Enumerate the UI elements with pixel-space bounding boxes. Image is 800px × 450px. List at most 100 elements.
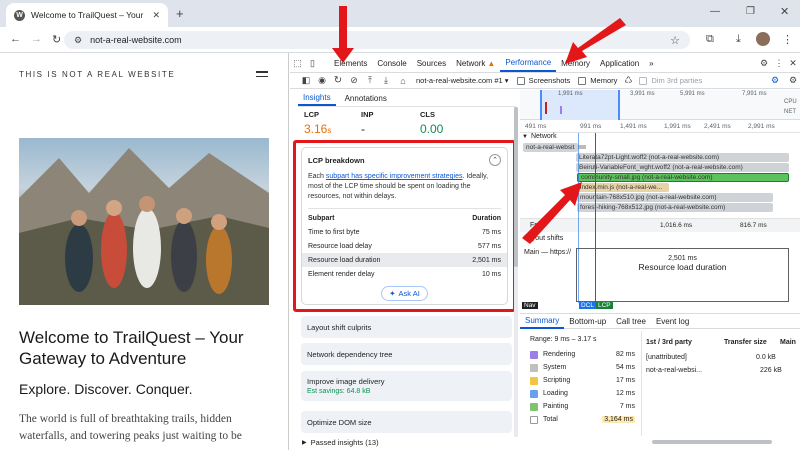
- settings-gear-icon[interactable]: ⚙: [756, 58, 772, 69]
- tab-performance[interactable]: Performance: [500, 54, 557, 72]
- site-info-icon[interactable]: ⚙: [74, 35, 82, 46]
- tab-elements[interactable]: Elements: [320, 54, 372, 72]
- sidebar-scrollbar[interactable]: [514, 107, 518, 437]
- tab-event-log[interactable]: Event log: [651, 314, 694, 329]
- close-window-icon[interactable]: ✕: [780, 5, 789, 18]
- device-toolbar-icon[interactable]: ▯: [305, 58, 320, 69]
- network-request[interactable]: forest-hiking-768x512.jpg (not-a-real-we…: [577, 203, 773, 212]
- screenshots-checkbox[interactable]: [516, 76, 525, 85]
- insight-image-delivery[interactable]: Improve image delivery Est savings: 64.8…: [301, 371, 512, 401]
- back-icon[interactable]: ←: [10, 33, 21, 45]
- tab-application[interactable]: Application: [595, 54, 644, 72]
- lcp-label: LCP: [304, 110, 319, 119]
- ruler-tick: 991 ms: [580, 123, 602, 130]
- reload-record-icon[interactable]: ↻: [332, 75, 344, 86]
- network-request[interactable]: mountain-768x510.jpg (not-a-real-website…: [577, 193, 773, 202]
- tab-insights[interactable]: Insights: [298, 91, 336, 106]
- frames-label: Fra: [530, 222, 541, 229]
- third-party-table: 1st / 3rd party Transfer size Main [unat…: [646, 336, 796, 377]
- insight-title: Improve image delivery: [307, 377, 385, 386]
- insight-layout-shift[interactable]: Layout shift culprits: [301, 316, 512, 338]
- clear-icon[interactable]: ⊘: [348, 75, 360, 86]
- main-thread-track[interactable]: Main — https://: [524, 249, 572, 256]
- address-bar[interactable]: ⚙ not-a-real-website.com ☆: [64, 31, 690, 49]
- summary-value: 3,164 ms: [602, 416, 635, 423]
- desc-link[interactable]: subpart has specific improvement strateg…: [326, 173, 463, 180]
- hamburger-menu-icon[interactable]: [256, 71, 268, 80]
- summary-row: System 54 ms: [530, 361, 635, 374]
- passed-insights-toggle[interactable]: ▶ Passed insights (13): [302, 438, 379, 447]
- bookmark-star-icon[interactable]: ☆: [670, 34, 680, 47]
- performance-toolbar: ◧ ◉ ↻ ⊘ ⤒ ⤓ ⌂ not-a-real-website.com #1 …: [290, 73, 800, 89]
- tab-summary[interactable]: Summary: [520, 314, 565, 329]
- recording-select[interactable]: not-a-real-website.com #1 ▾: [416, 76, 509, 85]
- frames-track: Fra 1,016.6 ms 816.7 ms: [520, 218, 800, 232]
- lcp-card-description: Each subpart has specific improvement st…: [308, 172, 501, 202]
- tab-console[interactable]: Console: [372, 54, 411, 72]
- maximize-icon[interactable]: ❐: [746, 6, 755, 17]
- site-brand: THIS IS NOT A REAL WEBSITE: [19, 70, 176, 79]
- upload-icon[interactable]: ⤒: [364, 75, 376, 86]
- summary-list: Rendering 82 ms System 54 ms Scripting 17 m…: [530, 348, 635, 426]
- tab-memory[interactable]: Memory: [556, 54, 595, 72]
- insight-dom-size[interactable]: Optimize DOM size: [301, 411, 512, 433]
- garbage-collect-icon[interactable]: ♺: [621, 75, 635, 86]
- insight-network-tree[interactable]: Network dependency tree: [301, 343, 512, 365]
- recording-select-value: not-a-real-website.com #1: [416, 76, 503, 85]
- collapse-chevron-icon[interactable]: ⌃: [489, 154, 501, 166]
- insight-title: Optimize DOM size: [307, 417, 372, 427]
- network-request[interactable]: Literata72pt-Light.woff2 (not-a-real-web…: [576, 153, 789, 162]
- devtools-menu-icon[interactable]: ⋮: [772, 58, 786, 69]
- reload-icon[interactable]: ↻: [52, 33, 61, 46]
- more-tabs-icon[interactable]: »: [644, 54, 658, 72]
- network-request-lcp-image[interactable]: community-small.jpg (not-a-real-website.…: [577, 173, 789, 182]
- party-row[interactable]: [unattributed] 0.0 kB: [646, 351, 796, 364]
- sidebar-toggle-icon[interactable]: ◧: [300, 75, 312, 86]
- inspect-icon[interactable]: ⬚: [290, 58, 305, 69]
- summary-name: Painting: [543, 403, 569, 410]
- dcl-marker[interactable]: DCL: [579, 302, 597, 309]
- avatar[interactable]: [756, 32, 770, 46]
- overview-tick: 5,991 ms: [680, 91, 705, 97]
- network-request-document[interactable]: not-a-real-websit: [523, 143, 578, 152]
- network-track-toggle[interactable]: ▼ Network: [522, 133, 557, 140]
- tab-annotations[interactable]: Annotations: [340, 91, 392, 106]
- download-icon[interactable]: ⤓: [736, 33, 741, 46]
- download-profile-icon[interactable]: ⤓: [380, 75, 392, 86]
- tab-bottom-up[interactable]: Bottom-up: [564, 314, 611, 329]
- scripting-swatch: [530, 376, 538, 385]
- timeline-overview[interactable]: 1,991 ms 3,991 ms 5,991 ms 7,991 ms CPU …: [520, 90, 800, 120]
- capture-settings-icon[interactable]: ⚙: [786, 75, 800, 86]
- forward-icon[interactable]: →: [31, 33, 42, 45]
- record-icon[interactable]: ◉: [316, 75, 328, 86]
- layout-shifts-track[interactable]: Layout shifts: [524, 235, 563, 242]
- devtools-tab-bar: ⬚ ▯ Elements Console Sources Network ▲ Pe…: [290, 54, 800, 73]
- tab-call-tree[interactable]: Call tree: [611, 314, 651, 329]
- horizontal-scrollbar[interactable]: [652, 440, 772, 444]
- new-tab-button[interactable]: +: [176, 6, 184, 21]
- close-devtools-icon[interactable]: ✕: [786, 58, 800, 69]
- overlay-label: Resource load duration: [638, 262, 727, 272]
- dim3p-checkbox[interactable]: [639, 76, 648, 85]
- party-row[interactable]: not-a-real-websi... 226 kB: [646, 364, 796, 377]
- network-request[interactable]: Beiruti-VariableFont_wght.woff2 (not-a-r…: [576, 163, 789, 172]
- row-value: 2,501 ms: [472, 256, 501, 264]
- ask-ai-button[interactable]: ✦ Ask AI: [381, 286, 428, 301]
- insights-divider: [298, 106, 516, 107]
- main-col: Main: [780, 339, 796, 346]
- minimize-icon[interactable]: —: [710, 6, 720, 17]
- summary-value: 7 ms: [619, 403, 635, 410]
- net-label: NET: [784, 109, 796, 115]
- browser-tab[interactable]: W Welcome to TrailQuest – Your G ✕: [6, 3, 168, 27]
- network-request[interactable]: index.min.js (not-a-real-we...: [577, 183, 669, 192]
- nav-marker[interactable]: Nav: [522, 302, 538, 309]
- memory-checkbox[interactable]: [578, 76, 587, 85]
- perf-settings-icon[interactable]: ⚙: [768, 75, 782, 86]
- menu-icon[interactable]: ⋮: [782, 33, 793, 46]
- lcp-marker[interactable]: LCP: [596, 302, 613, 309]
- close-tab-icon[interactable]: ✕: [152, 10, 160, 21]
- home-icon[interactable]: ⌂: [396, 76, 410, 86]
- extensions-icon[interactable]: ⧉: [706, 33, 714, 46]
- tab-network[interactable]: Network ▲: [451, 54, 500, 72]
- tab-sources[interactable]: Sources: [412, 54, 451, 72]
